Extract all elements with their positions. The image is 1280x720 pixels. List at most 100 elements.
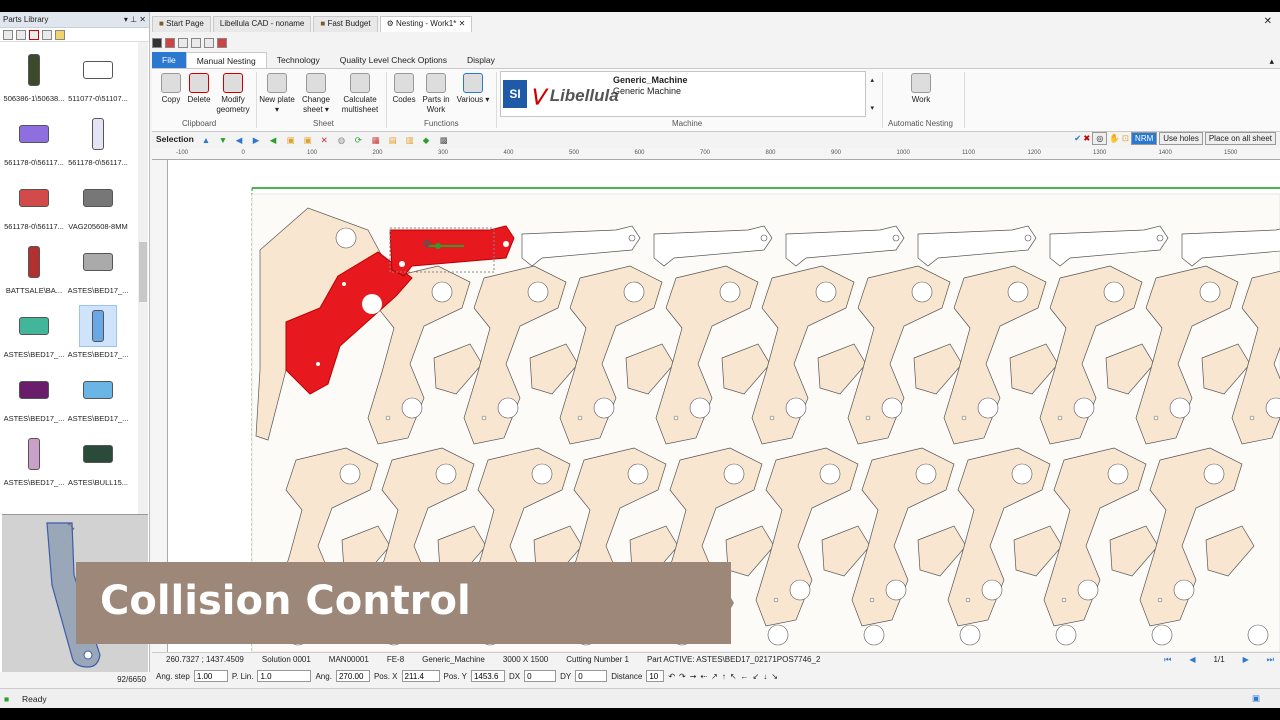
tab-file[interactable]: File bbox=[152, 52, 186, 68]
move-left-arrow-icon[interactable]: ⇠ bbox=[700, 672, 707, 681]
next-page-icon[interactable]: ▶ bbox=[1243, 655, 1249, 664]
parts-in-work-button[interactable]: Parts in Work bbox=[417, 73, 455, 115]
move-down-icon[interactable]: ▼ bbox=[219, 135, 228, 145]
refresh-icon[interactable] bbox=[3, 29, 13, 40]
cancel-icon[interactable]: ✖ bbox=[1083, 133, 1090, 144]
close-icon[interactable]: ✕ bbox=[139, 15, 146, 24]
down-icon[interactable]: ↓ bbox=[763, 672, 767, 681]
prev-page-icon[interactable]: ◀ bbox=[1189, 655, 1195, 664]
ang-step-input[interactable] bbox=[193, 670, 228, 682]
open-icon[interactable] bbox=[165, 38, 175, 48]
part-thumbnail[interactable]: 561178-0\56117... bbox=[66, 110, 130, 174]
part-thumbnail[interactable]: ASTES\BED17_... bbox=[2, 366, 66, 430]
scroll-up-icon[interactable]: ▴ bbox=[870, 76, 874, 84]
delete-button[interactable]: Delete bbox=[180, 73, 218, 105]
grid-icon[interactable] bbox=[16, 29, 26, 40]
first-page-icon[interactable]: ⏮ bbox=[1164, 655, 1171, 665]
part-thumbnail[interactable]: ASTES\BED17_... bbox=[2, 430, 66, 494]
part-thumbnail[interactable]: 561178-0\56117... bbox=[2, 110, 66, 174]
parts-library-scrollbar[interactable] bbox=[138, 42, 148, 520]
part-thumbnail[interactable]: ASTES\BED17_... bbox=[66, 302, 130, 366]
move-right-icon[interactable]: ▶ bbox=[253, 135, 262, 145]
folder-open-icon[interactable] bbox=[152, 38, 162, 48]
accept-icon[interactable]: ◆ bbox=[423, 135, 432, 145]
posx-input[interactable] bbox=[401, 670, 440, 682]
tab-fast-budget[interactable]: ■ Fast Budget bbox=[313, 16, 378, 32]
move-up-icon[interactable]: ▲ bbox=[202, 135, 211, 145]
up-icon[interactable]: ↑ bbox=[722, 672, 726, 681]
plin-input[interactable] bbox=[257, 670, 312, 682]
tab-quality-level[interactable]: Quality Level Check Options bbox=[330, 52, 457, 68]
dx-input[interactable] bbox=[524, 670, 557, 682]
settings-icon[interactable]: ▩ bbox=[440, 135, 449, 145]
nrm-toggle[interactable]: NRM bbox=[1131, 132, 1158, 145]
calculate-multisheet-button[interactable]: Calculate multisheet bbox=[338, 73, 382, 115]
pin-icon[interactable]: ⊥ bbox=[130, 15, 137, 24]
align-2-icon[interactable]: ▣ bbox=[304, 135, 313, 145]
posy-input[interactable] bbox=[470, 670, 505, 682]
dropdown-icon[interactable]: ▾ bbox=[124, 15, 128, 24]
tab-display[interactable]: Display bbox=[457, 52, 505, 68]
delete-icon[interactable] bbox=[29, 29, 39, 40]
part-thumbnail[interactable]: 506386-1\50638... bbox=[2, 46, 66, 110]
undo-icon[interactable] bbox=[191, 38, 201, 48]
change-sheet-button[interactable]: Change sheet ▾ bbox=[297, 73, 335, 115]
part-thumbnail[interactable]: ASTES\BED17_... bbox=[2, 302, 66, 366]
snap-icon[interactable]: ⊡ bbox=[1122, 133, 1129, 144]
part-thumbnail[interactable]: ASTES\BULL15... bbox=[66, 430, 130, 494]
part-hole bbox=[1249, 415, 1255, 421]
move-right-arrow-icon[interactable]: ➞ bbox=[690, 672, 697, 681]
view-icon[interactable]: ◎ bbox=[1092, 132, 1108, 145]
folder-icon[interactable] bbox=[55, 29, 65, 40]
diag-ul-icon[interactable]: ↖ bbox=[730, 672, 737, 681]
diag-ur-icon[interactable]: ↗ bbox=[711, 672, 718, 681]
modify-geometry-button[interactable]: Modify geometry bbox=[214, 73, 252, 115]
layers-icon[interactable]: ▤ bbox=[389, 135, 398, 145]
tab-start-page[interactable]: ■ Start Page bbox=[152, 16, 211, 32]
check-icon[interactable]: ✔ bbox=[1074, 133, 1081, 144]
remove-icon[interactable]: ✕ bbox=[321, 135, 330, 145]
work-button[interactable]: Work bbox=[902, 73, 940, 105]
align-icon[interactable]: ▣ bbox=[287, 135, 296, 145]
part-thumbnail[interactable]: 561178-0\56117... bbox=[2, 174, 66, 238]
move-left-icon[interactable]: ◀ bbox=[236, 135, 245, 145]
print-icon[interactable] bbox=[217, 38, 227, 48]
close-window-icon[interactable]: ✕ bbox=[1264, 16, 1272, 27]
ang-input[interactable] bbox=[335, 670, 370, 682]
machine-selector[interactable]: SI ⋁ Libellula Generic_Machine Generic M… bbox=[500, 71, 874, 117]
various-button[interactable]: Various ▾ bbox=[454, 73, 492, 105]
last-page-icon[interactable]: ⏭ bbox=[1267, 655, 1274, 665]
tab-manual-nesting[interactable]: Manual Nesting bbox=[185, 51, 267, 69]
use-holes-toggle[interactable]: Use holes bbox=[1159, 132, 1203, 145]
arrow-left-icon[interactable]: ◀ bbox=[270, 135, 279, 145]
tab-technology[interactable]: Technology bbox=[267, 52, 330, 68]
left-icon[interactable]: ← bbox=[741, 672, 749, 681]
part-thumbnail[interactable]: 511077-0\51107... bbox=[66, 46, 130, 110]
redo-icon[interactable] bbox=[204, 38, 214, 48]
tab-nesting-work1[interactable]: ⚙ Nesting - Work1* ✕ bbox=[379, 16, 473, 32]
scroll-down-icon[interactable]: ▾ bbox=[870, 104, 874, 112]
rotate-icon[interactable]: ◍ bbox=[338, 135, 347, 145]
minimize-ribbon-icon[interactable]: ▴ bbox=[1269, 56, 1274, 67]
save-icon[interactable] bbox=[178, 38, 188, 48]
place-on-all-sheet-toggle[interactable]: Place on all sheet bbox=[1204, 132, 1276, 145]
tab-libellula-cad[interactable]: Libellula CAD - noname bbox=[212, 16, 312, 32]
dy-input[interactable] bbox=[575, 670, 608, 682]
hand-icon[interactable]: ✋ bbox=[1109, 133, 1120, 144]
refresh-icon[interactable]: ⟳ bbox=[355, 135, 364, 145]
part-thumbnail[interactable]: ASTES\BED17_... bbox=[66, 366, 130, 430]
new-plate-button[interactable]: New plate ▾ bbox=[258, 73, 296, 115]
part-thumbnail[interactable]: ASTES\BED17_... bbox=[66, 238, 130, 302]
diag-dl-icon[interactable]: ↙ bbox=[753, 672, 760, 681]
part-thumbnail[interactable]: VAG205608-8MM bbox=[66, 174, 130, 238]
grid-red-icon[interactable]: ▦ bbox=[372, 135, 381, 145]
rotate-ccw-icon[interactable]: ↶ bbox=[668, 672, 675, 681]
svg-text:⤡: ⤡ bbox=[68, 522, 75, 531]
part-thumbnail[interactable]: BATTSALE\BA... bbox=[2, 238, 66, 302]
filter-icon[interactable] bbox=[42, 29, 52, 40]
rotate-cw-icon[interactable]: ↷ bbox=[679, 672, 686, 681]
diag-dr-icon[interactable]: ↘ bbox=[771, 672, 778, 681]
distance-input[interactable] bbox=[646, 670, 665, 682]
help-icon[interactable]: ▣ bbox=[1252, 693, 1260, 704]
collide-icon[interactable]: ▥ bbox=[406, 135, 415, 145]
